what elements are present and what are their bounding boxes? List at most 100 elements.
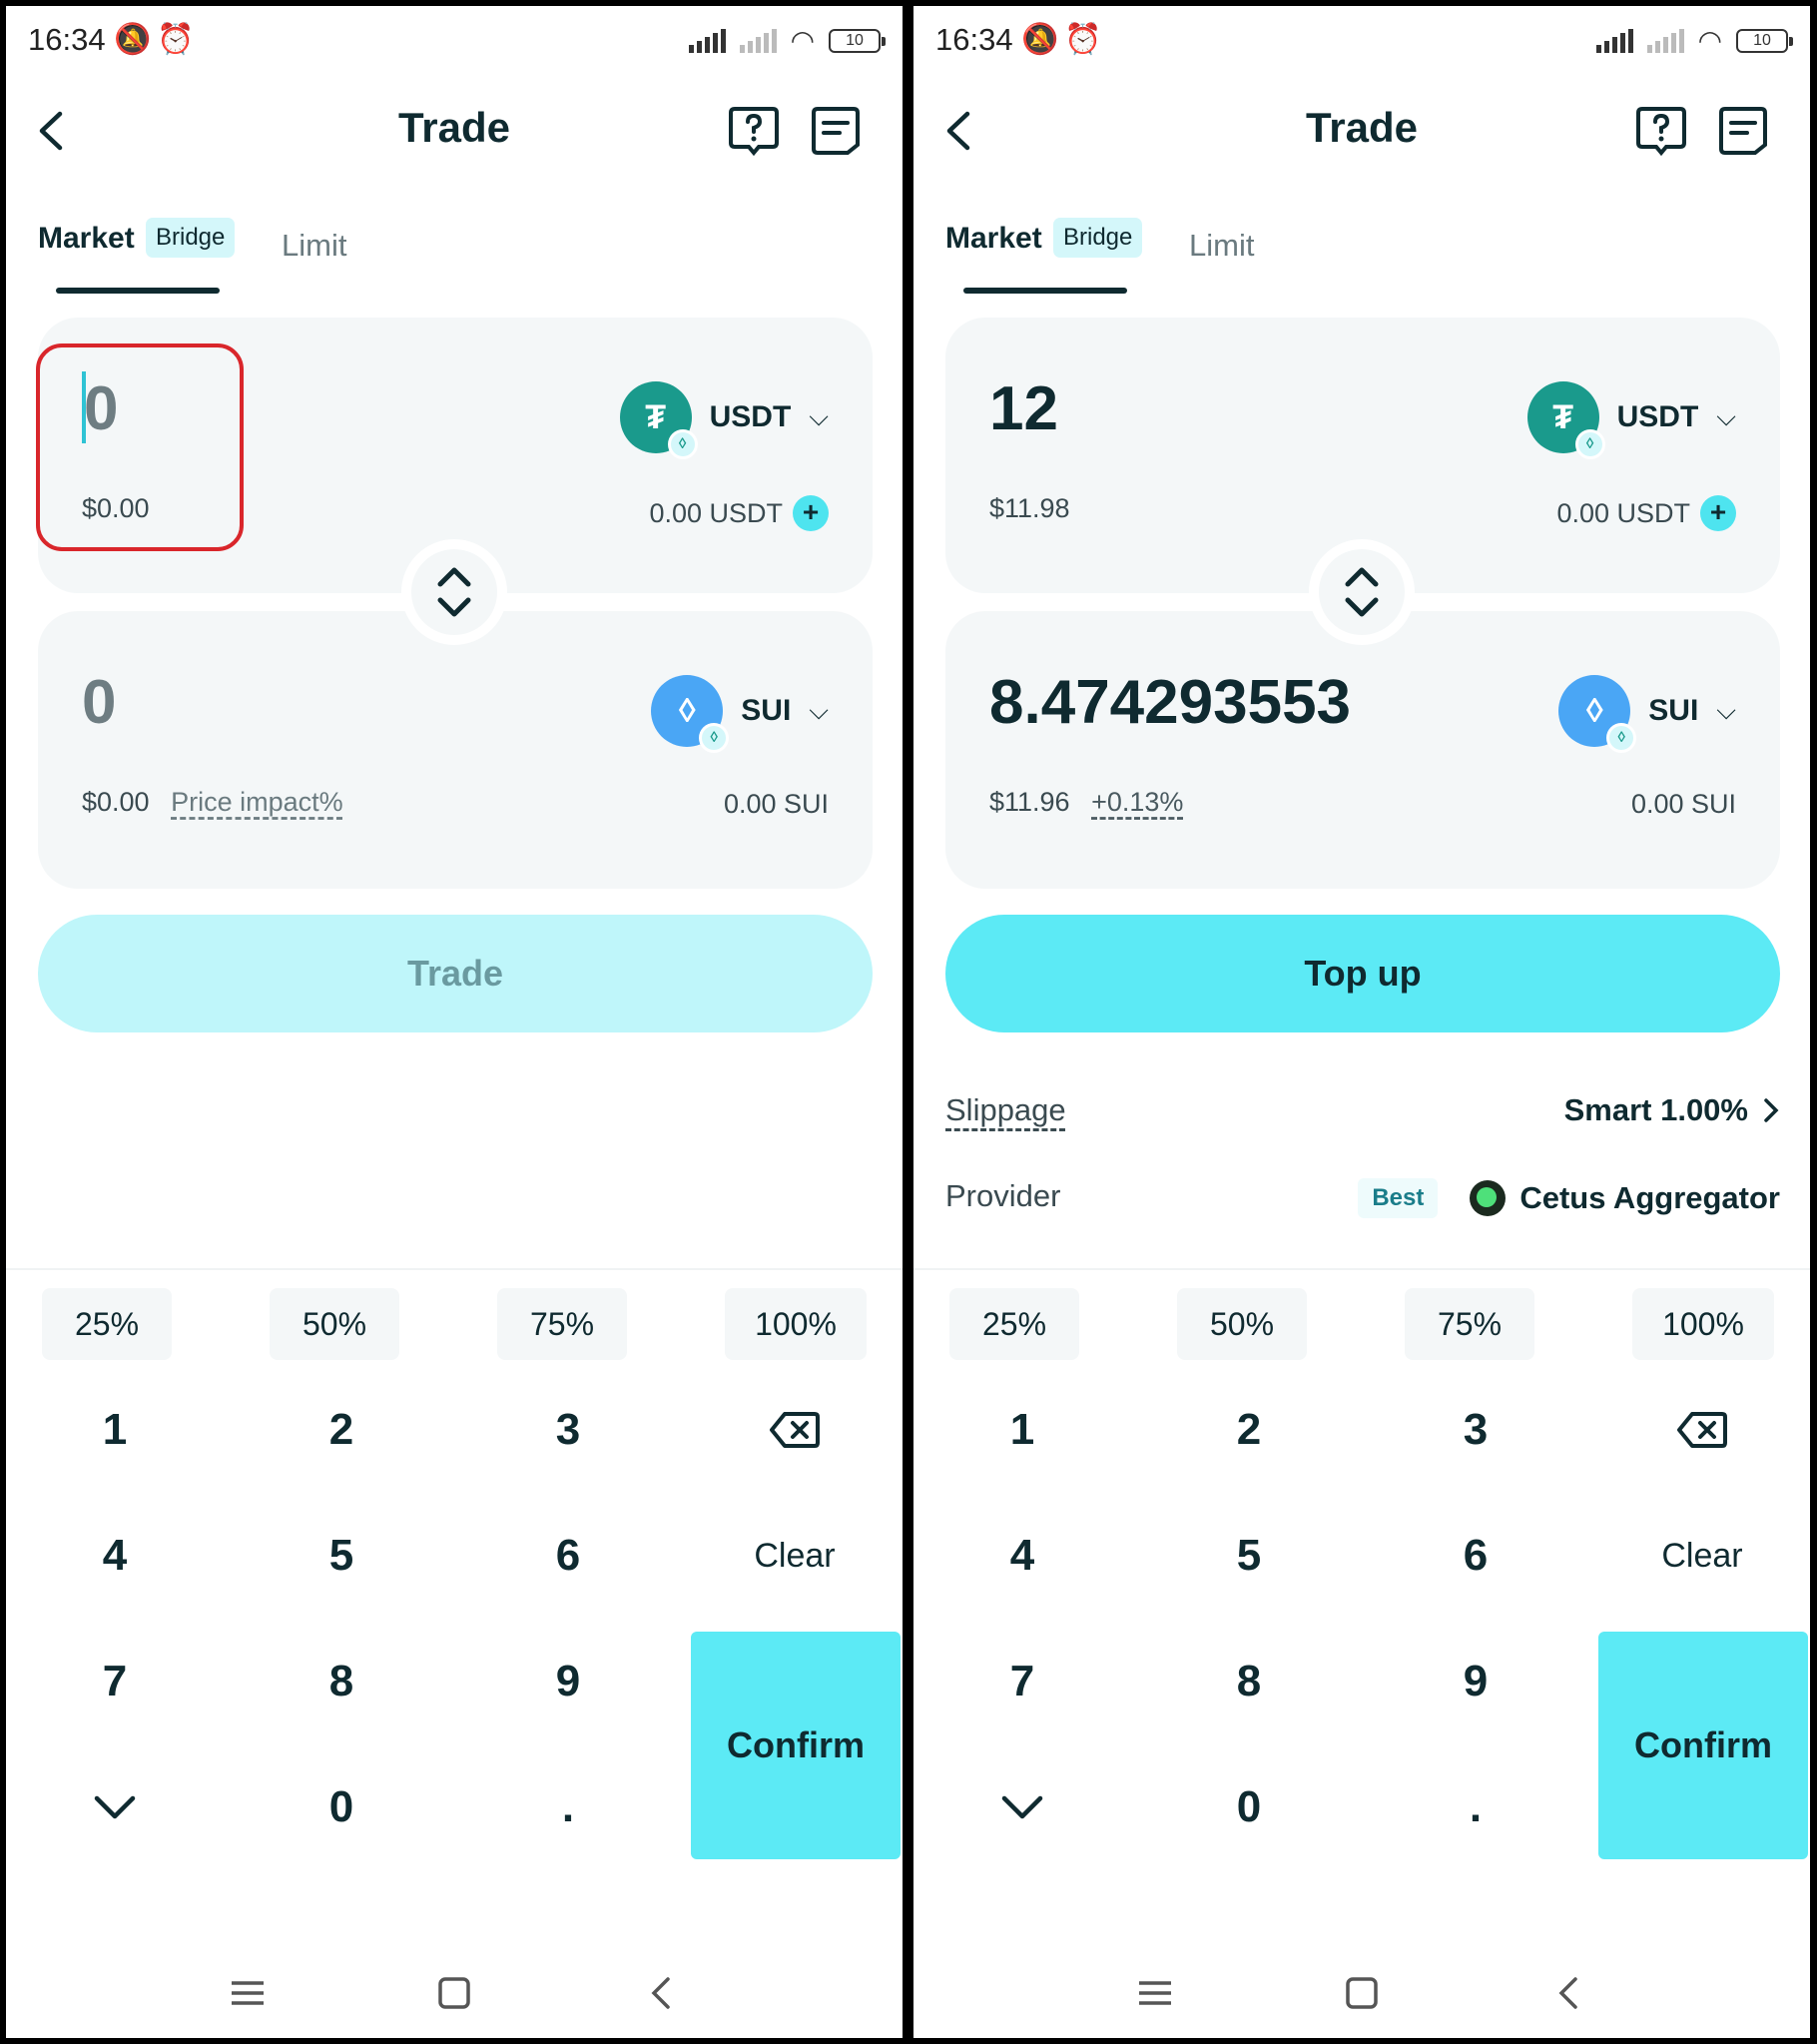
key-5[interactable]: 5 [262,1506,421,1606]
from-token-selector[interactable]: ₮ ◊ USDT ⌵ [1526,381,1736,459]
hide-keypad-key[interactable] [35,1757,195,1857]
key-3[interactable]: 3 [488,1380,648,1480]
nav-back-icon[interactable] [631,1963,691,2023]
price-impact-link[interactable]: Price impact% [171,787,343,817]
key-7[interactable]: 7 [942,1632,1102,1731]
pct-100-button[interactable]: 100% [725,1288,867,1360]
tab-limit[interactable]: Limit [1189,228,1254,264]
to-card: 8.474293553 $11.96 +0.13% ◊ ◊ SUI ⌵ 0.00 … [945,611,1780,889]
pct-25-button[interactable]: 25% [42,1288,172,1360]
pct-50-button[interactable]: 50% [1177,1288,1307,1360]
key-6[interactable]: 6 [1396,1506,1555,1606]
key-6[interactable]: 6 [488,1506,648,1606]
screenshot-pair: 16:34 🔕⏰ ◠ 10 Trade Market Bridge Limit … [0,0,1817,2044]
clear-key[interactable]: Clear [715,1506,875,1606]
backspace-key[interactable] [715,1380,875,1480]
pct-50-button[interactable]: 50% [270,1288,399,1360]
key-1[interactable]: 1 [35,1380,195,1480]
phone-left: 16:34 🔕⏰ ◠ 10 Trade Market Bridge Limit … [6,6,903,2038]
help-button[interactable] [727,103,781,159]
nav-back-icon[interactable] [1538,1963,1598,2023]
key-8[interactable]: 8 [1169,1632,1329,1731]
to-fiat-value: $0.00 Price impact% [82,787,343,818]
from-balance-value: 0.00 USDT [1556,497,1690,528]
hide-keypad-key[interactable] [942,1757,1102,1857]
signal-off-icon [739,28,777,53]
backspace-key[interactable] [1622,1380,1782,1480]
swap-arrows-icon [437,567,471,617]
key-5[interactable]: 5 [1169,1506,1329,1606]
status-time: 16:34 [935,22,1013,57]
to-token-selector[interactable]: ◊ ◊ SUI ⌵ [651,675,829,753]
top-up-button[interactable]: Top up [945,915,1780,1032]
confirm-key[interactable]: Confirm [691,1632,901,1859]
from-token-name: USDT [709,400,792,433]
from-amount-input[interactable]: 12 [989,373,1058,444]
top-up-plus-button[interactable]: + [1700,495,1736,531]
pct-75-button[interactable]: 75% [497,1288,627,1360]
to-token-selector[interactable]: ◊ ◊ SUI ⌵ [1558,675,1736,753]
chevron-down-icon: ⌵ [809,695,829,725]
clear-key[interactable]: Clear [1622,1506,1782,1606]
confirm-key[interactable]: Confirm [1598,1632,1808,1859]
key-0[interactable]: 0 [262,1757,421,1857]
slippage-row[interactable]: Slippage Smart 1.00% [945,1082,1780,1142]
sui-network-icon: ◊ [1606,723,1637,753]
sui-network-icon: ◊ [1574,429,1605,459]
pct-25-button[interactable]: 25% [949,1288,1079,1360]
pct-100-button[interactable]: 100% [1632,1288,1774,1360]
chevron-down-icon: ⌵ [1716,401,1736,431]
key-3[interactable]: 3 [1396,1380,1555,1480]
sui-icon: ◊ ◊ [651,675,730,753]
tab-indicator [963,288,1127,294]
signal-off-icon [1646,28,1684,53]
status-bar: 16:34 🔕⏰ ◠ 10 [913,6,1810,70]
tab-market[interactable]: Market [945,222,1042,256]
tab-limit[interactable]: Limit [282,228,346,264]
battery-icon: 10 [829,28,886,53]
pct-75-button[interactable]: 75% [1405,1288,1534,1360]
orders-button[interactable] [1716,103,1770,159]
to-fiat-value: $11.96 +0.13% [989,787,1183,818]
key-8[interactable]: 8 [262,1632,421,1731]
home-icon[interactable] [1332,1963,1392,2023]
key-2[interactable]: 2 [1169,1380,1329,1480]
slippage-label: Slippage [945,1092,1066,1127]
key-2[interactable]: 2 [262,1380,421,1480]
chevron-right-icon [1764,1098,1779,1122]
key-1[interactable]: 1 [942,1380,1102,1480]
header: Trade [6,86,903,176]
key-7[interactable]: 7 [35,1632,195,1731]
key-0[interactable]: 0 [1169,1757,1329,1857]
menu-icon[interactable] [1125,1963,1185,2023]
help-button[interactable] [1634,103,1688,159]
orders-button[interactable] [809,103,863,159]
swap-direction-button[interactable] [401,539,507,645]
to-balance: 0.00 SUI [723,789,829,819]
keypad-divider [913,1268,1810,1270]
top-up-plus-button[interactable]: + [793,495,829,531]
menu-icon[interactable] [218,1963,278,2023]
from-token-selector[interactable]: ₮ ◊ USDT ⌵ [619,381,829,459]
swap-direction-button[interactable] [1309,539,1415,645]
key-9[interactable]: 9 [1396,1632,1555,1731]
usdt-icon: ₮ ◊ [1526,381,1605,459]
home-icon[interactable] [424,1963,484,2023]
slippage-setting: Smart 1.00% [1563,1092,1748,1127]
status-time: 16:34 [28,22,106,57]
trade-button[interactable]: Trade [38,915,873,1032]
provider-label: Provider [945,1178,1061,1213]
document-icon [812,107,860,155]
key-dot[interactable]: . [1396,1757,1555,1857]
key-4[interactable]: 4 [35,1506,195,1606]
price-impact-link[interactable]: +0.13% [1091,787,1183,817]
tab-market[interactable]: Market [38,222,135,256]
provider-row[interactable]: Provider Best Cetus Aggregator [945,1168,1780,1228]
key-9[interactable]: 9 [488,1632,648,1731]
key-4[interactable]: 4 [942,1506,1102,1606]
key-dot[interactable]: . [488,1757,648,1857]
signal-icon [688,28,726,53]
provider-name: Cetus Aggregator [1519,1180,1780,1215]
bridge-badge: Bridge [146,218,236,258]
mute-alarm-icons: 🔕⏰ [1021,23,1108,56]
